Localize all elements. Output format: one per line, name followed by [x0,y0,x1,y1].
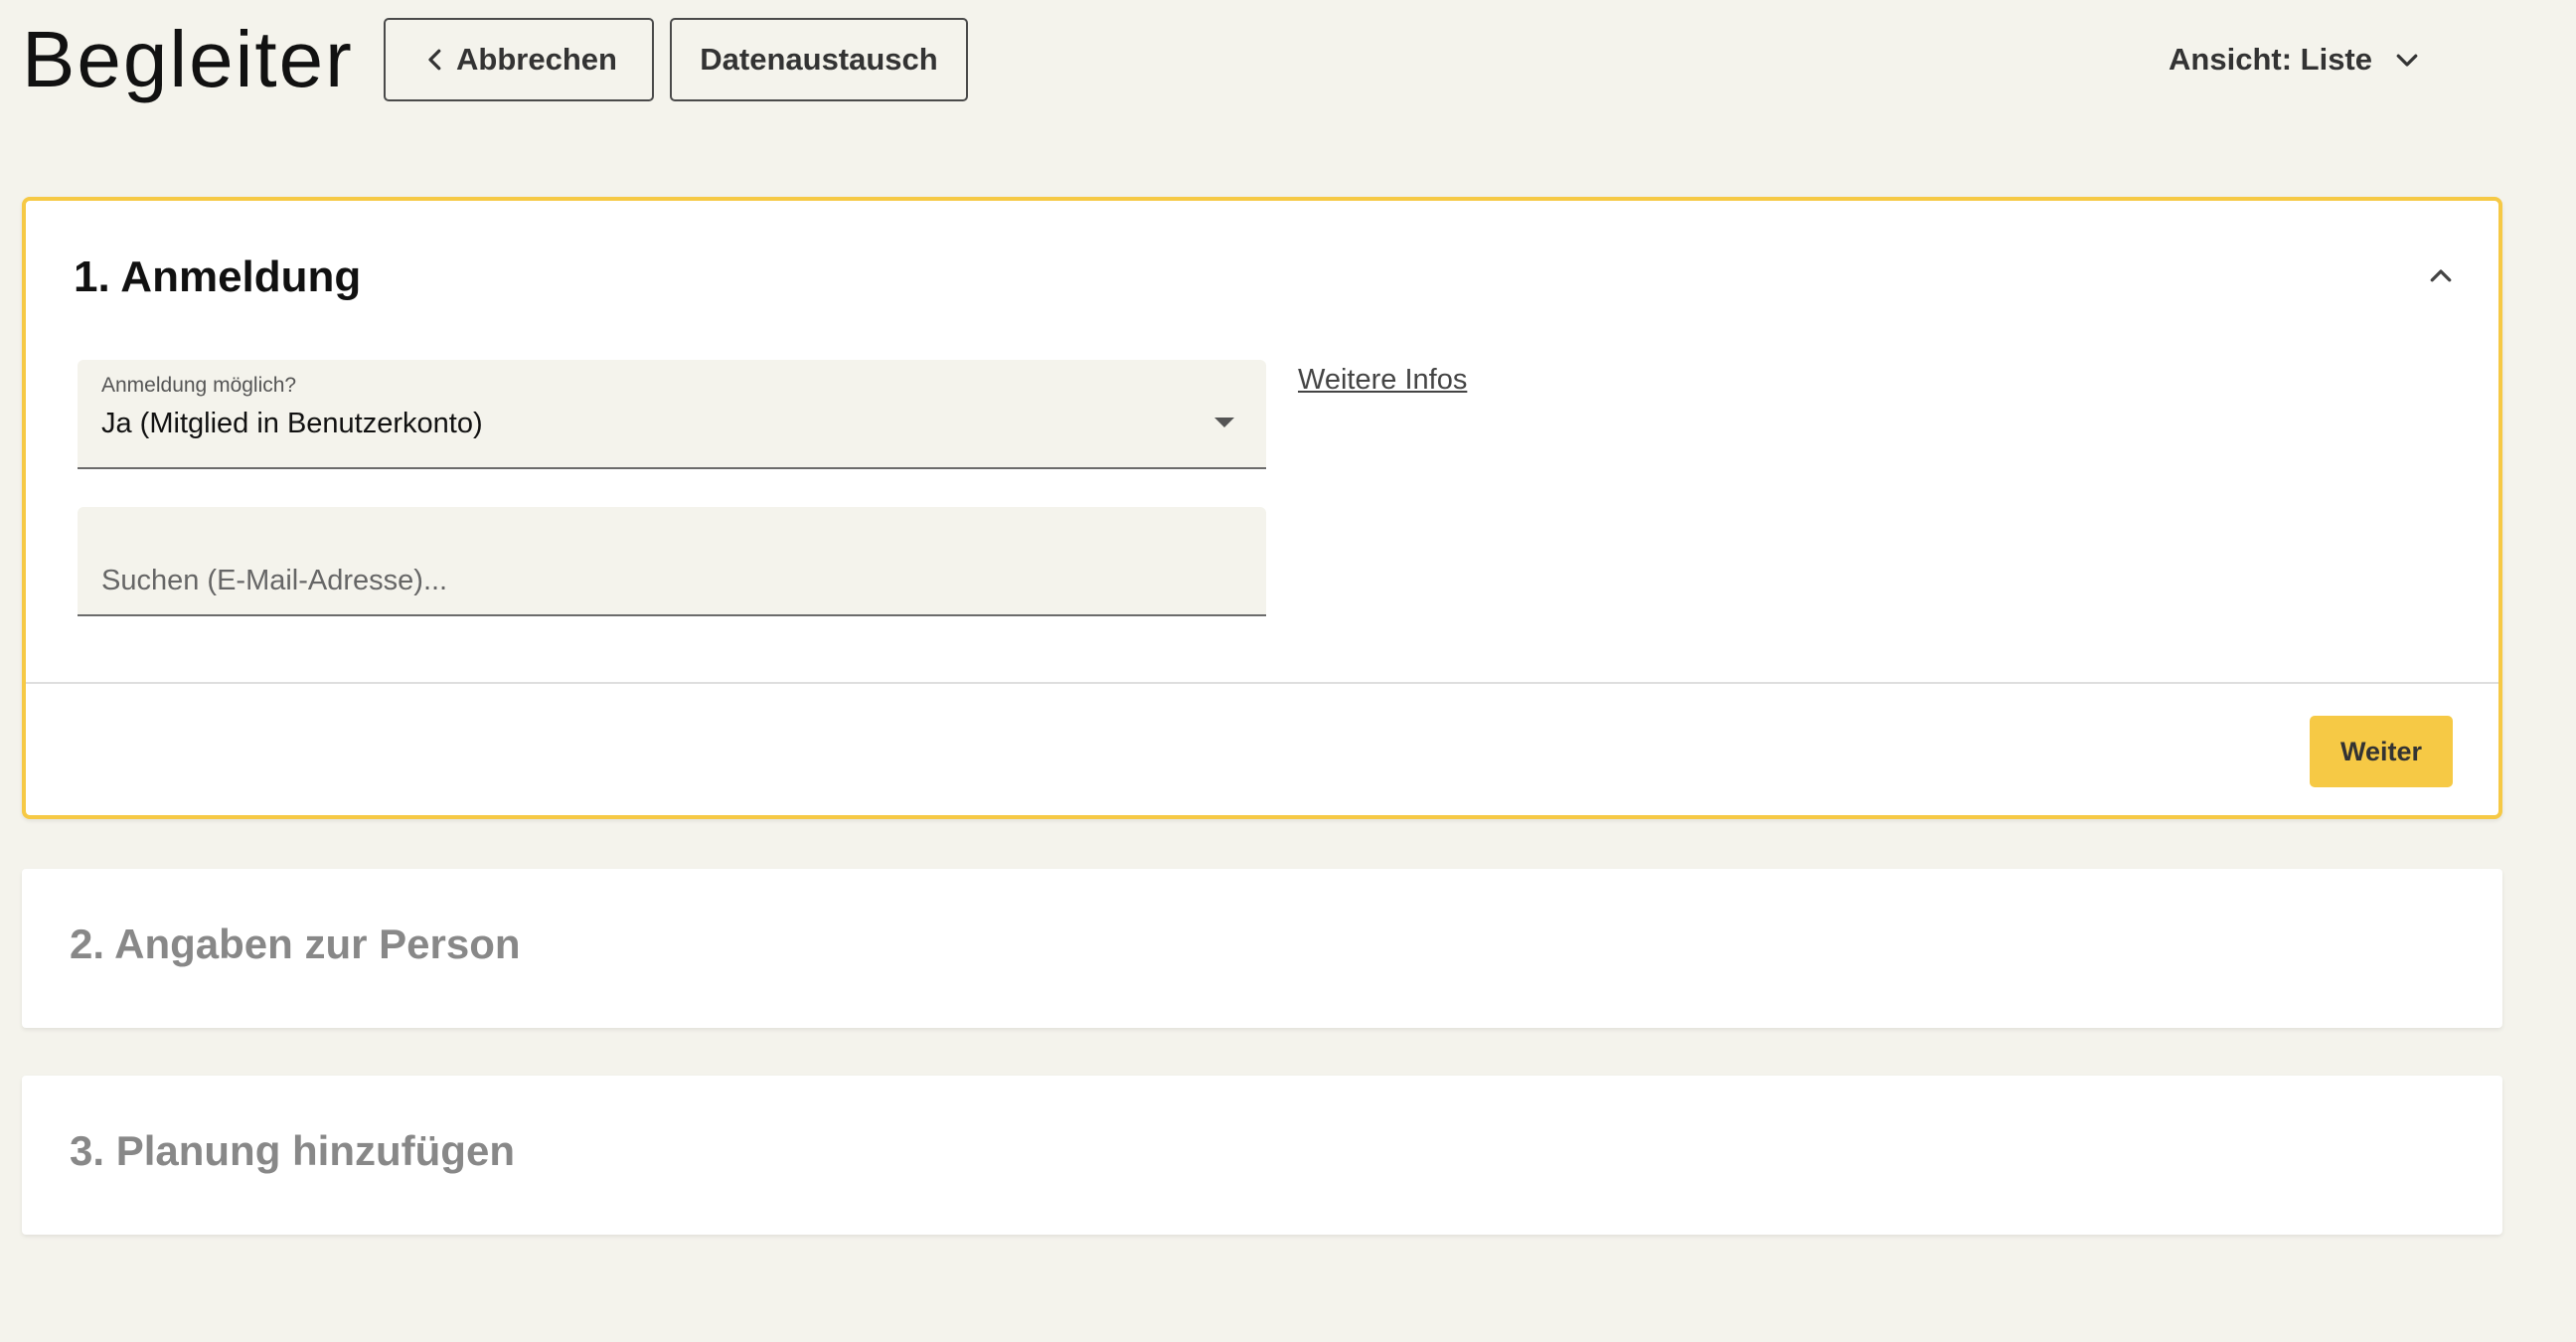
step-card-add-planning[interactable]: 3. Planung hinzufügen [22,1076,2502,1235]
view-select[interactable]: Ansicht: Liste [2169,30,2422,89]
login-possible-label: Anmeldung möglich? [101,374,297,397]
login-possible-select[interactable]: Anmeldung möglich? Ja (Mitglied in Benut… [78,360,1266,469]
step-card-personal-details[interactable]: 2. Angaben zur Person [22,869,2502,1028]
step-title-registration: 1. Anmeldung [74,252,362,301]
data-exchange-button-label: Datenaustausch [700,42,938,77]
next-button-label: Weiter [2339,736,2423,766]
page-header: Begleiter Abbrechen Datenaustausch Ansic… [0,0,2576,117]
card-divider [26,682,2498,684]
step-title-add-planning: 3. Planung hinzufügen [70,1127,515,1174]
view-select-label: Ansicht: Liste [2169,42,2372,77]
step-title-personal-details: 2. Angaben zur Person [70,921,521,967]
login-possible-value: Ja (Mitglied in Benutzerkonto) [101,408,483,439]
cancel-button-label: Abbrechen [456,42,617,77]
dropdown-arrow-icon [1214,418,1234,427]
next-button[interactable]: Weiter [2310,716,2453,787]
chevron-down-icon [2396,54,2418,67]
step-card-registration: 1. Anmeldung Anmeldung möglich? Ja (Mitg… [22,197,2502,819]
collapse-button[interactable] [2421,256,2461,296]
chevron-left-icon [428,49,441,71]
email-search-input[interactable] [78,507,1266,614]
email-search-field[interactable] [78,507,1266,616]
chevron-up-icon [2430,269,2452,282]
page-title: Begleiter [22,15,354,103]
more-info-link[interactable]: Weitere Infos [1298,364,1467,397]
data-exchange-button[interactable]: Datenaustausch [670,18,968,101]
cancel-button[interactable]: Abbrechen [384,18,654,101]
